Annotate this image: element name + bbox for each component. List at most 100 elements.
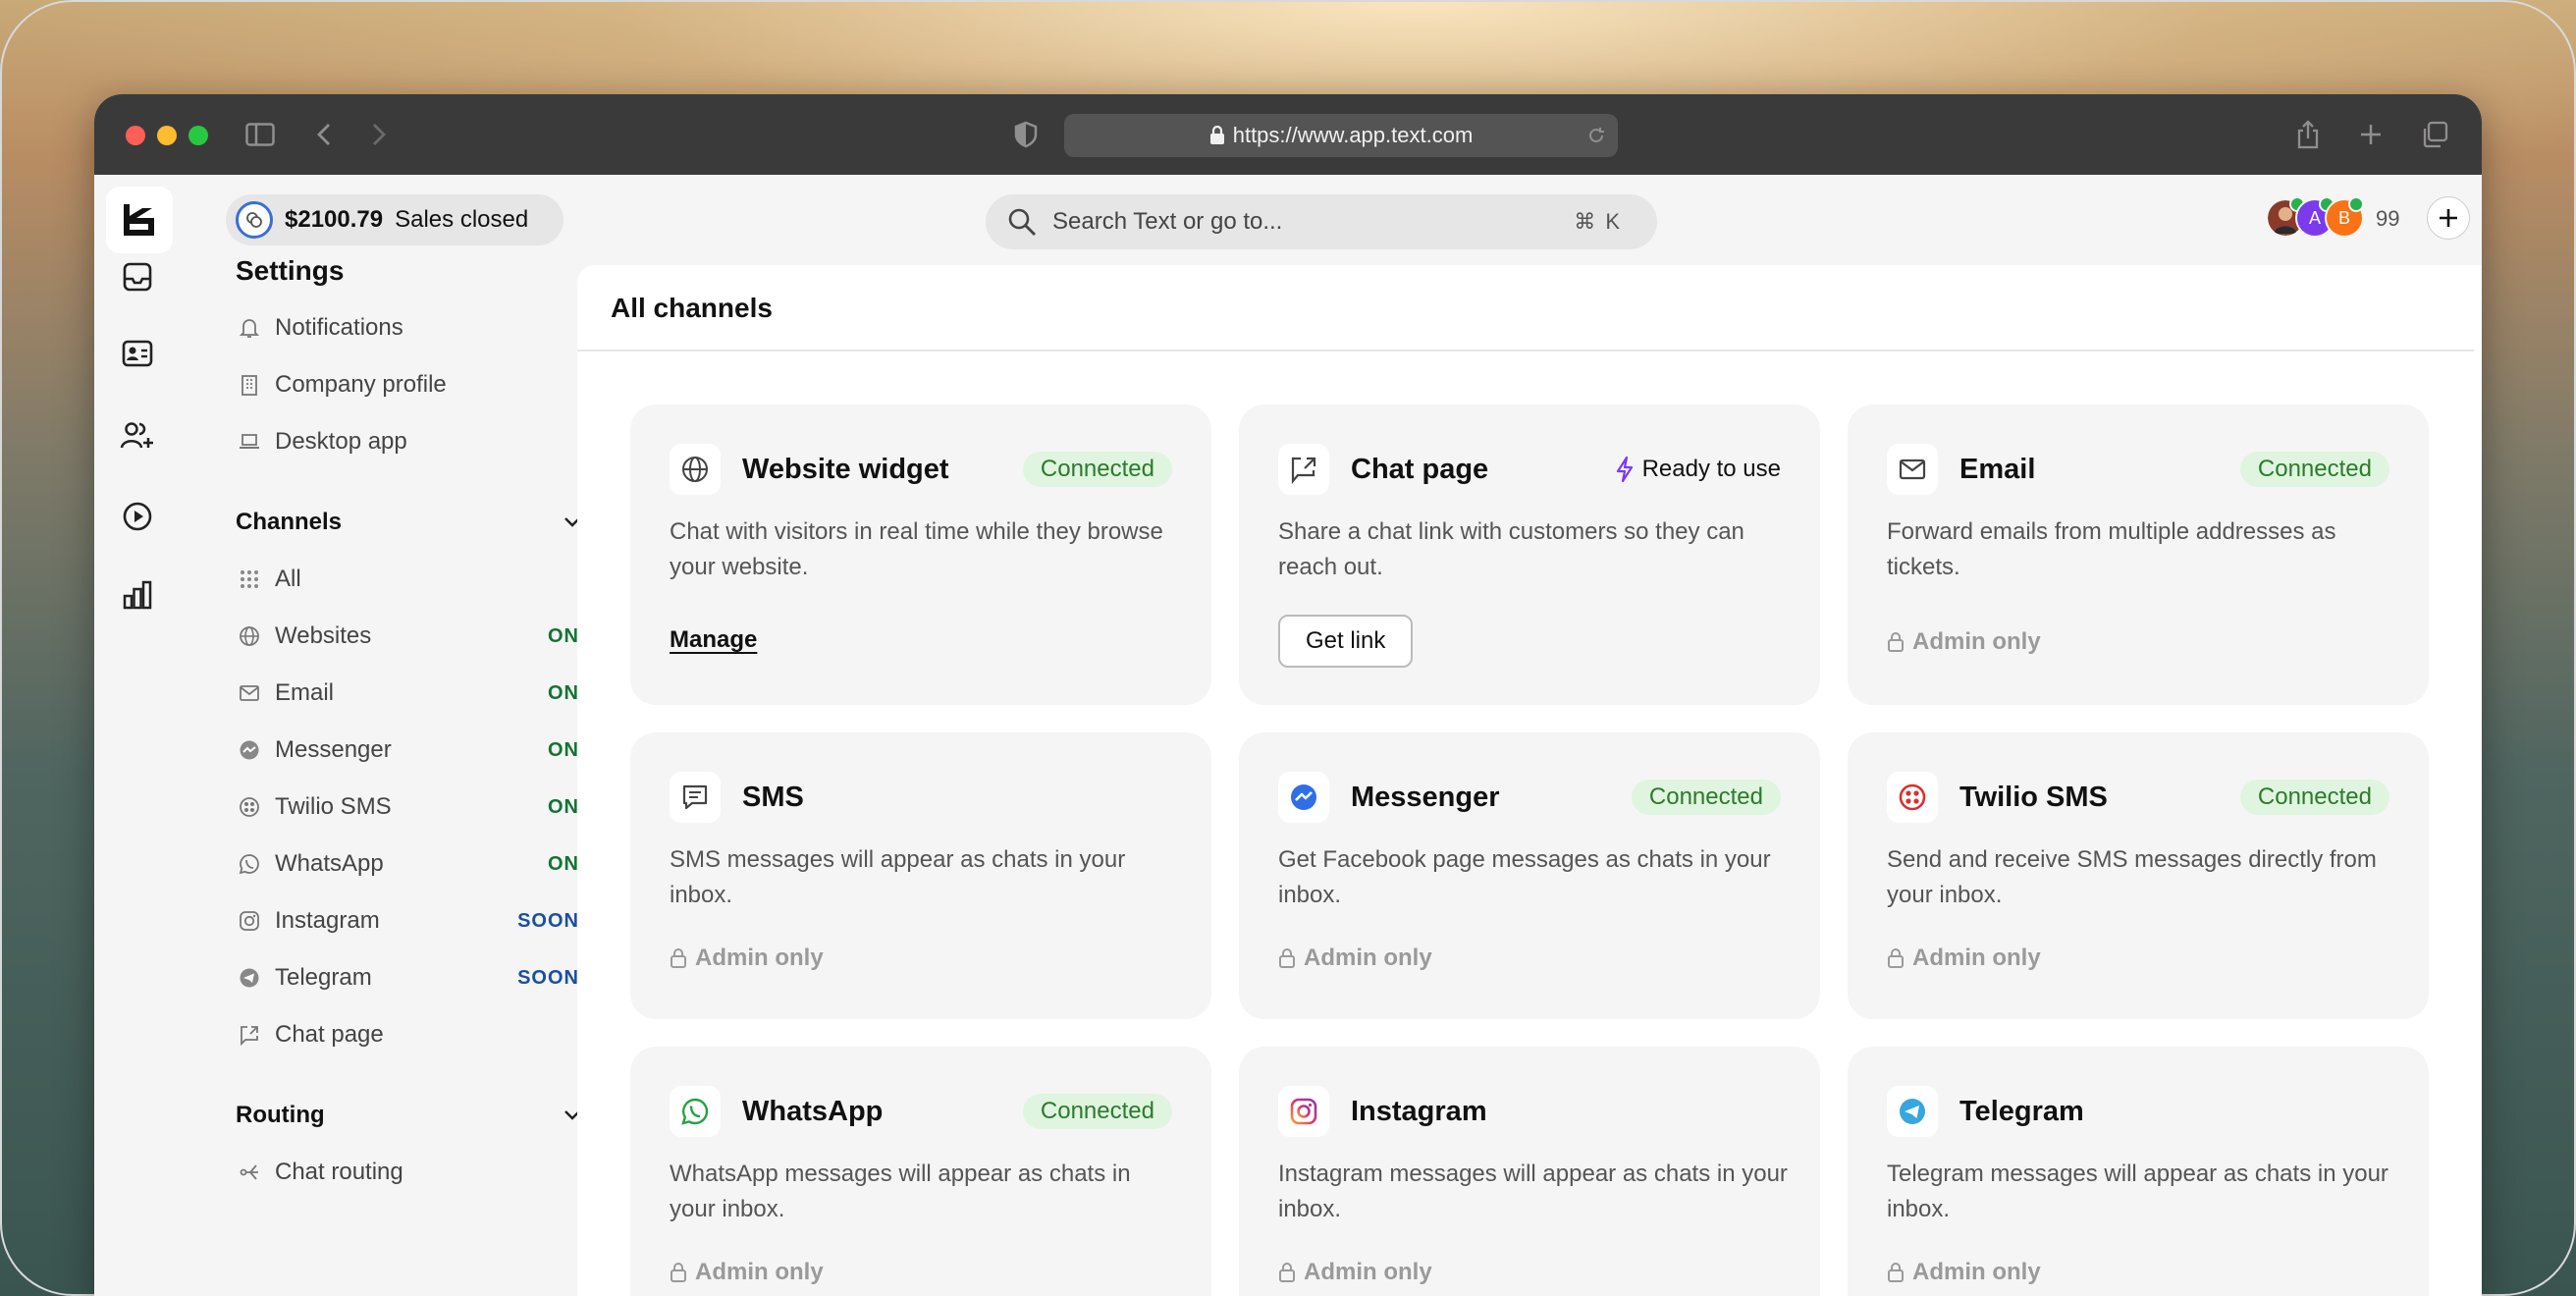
minimize-window-button[interactable] xyxy=(157,126,177,145)
channels-section-toggle[interactable]: Channels xyxy=(236,503,601,542)
lock-icon xyxy=(1888,1263,1904,1282)
coins-icon xyxy=(236,201,273,239)
channel-description: Instagram messages will appear as chats … xyxy=(1278,1161,1788,1222)
browser-window: https://www.app.text.com $2100.79 Sales … xyxy=(94,94,2482,1296)
instagram-icon xyxy=(236,907,263,935)
avatar-initial: A xyxy=(2308,207,2321,228)
channel-name: SMS xyxy=(742,782,804,813)
routing-heading: Routing xyxy=(236,1102,325,1128)
mail-icon xyxy=(236,679,263,707)
channel-name: Twilio SMS xyxy=(1959,782,2108,813)
ready-status: Ready to use xyxy=(1615,452,1781,487)
status-badge: ON xyxy=(548,852,579,875)
lock-icon xyxy=(671,1263,686,1282)
channel-name: Messenger xyxy=(1351,782,1500,813)
instagram-icon xyxy=(1278,1086,1329,1137)
channel-description: Telegram messages will appear as chats i… xyxy=(1887,1161,2388,1222)
maximize-window-button[interactable] xyxy=(188,126,208,145)
sales-amount: $2100.79 xyxy=(285,206,384,233)
sidebar-item-desktop-app[interactable]: Desktop app xyxy=(236,422,601,461)
admin-only-label: Admin only xyxy=(1278,945,1432,972)
lock-icon xyxy=(1209,126,1225,145)
routing-section-toggle[interactable]: Routing xyxy=(236,1096,601,1135)
admin-only-text: Admin only xyxy=(1912,628,2041,655)
settings-title: Settings xyxy=(236,255,345,286)
sidebar-item-label: Company profile xyxy=(275,371,447,398)
search-input[interactable] xyxy=(1050,207,1575,237)
sidebar-item-chat-routing[interactable]: Chat routing xyxy=(236,1153,601,1192)
sidebar-item-label: Chat routing xyxy=(275,1159,403,1185)
reports-bar-chart-icon[interactable] xyxy=(118,575,157,615)
admin-only-text: Admin only xyxy=(1912,945,2041,971)
sidebar-item-company-profile[interactable]: Company profile xyxy=(236,365,601,405)
grid-dots-icon xyxy=(236,566,263,593)
status-badge: Connected xyxy=(1022,452,1172,487)
sidebar-item-label: Desktop app xyxy=(275,428,407,455)
channel-card-messenger: Messenger Connected Get Facebook page me… xyxy=(1239,732,1820,1019)
sms-chat-icon xyxy=(670,772,721,823)
team-avatars[interactable]: A B 99 xyxy=(2266,192,2470,245)
address-bar[interactable]: https://www.app.text.com xyxy=(1064,114,1618,157)
admin-only-label: Admin only xyxy=(1887,945,2041,972)
sidebar-item-all[interactable]: All xyxy=(236,560,601,599)
status-badge: ON xyxy=(548,681,579,704)
manage-link[interactable]: Manage xyxy=(670,626,757,654)
channel-description: Chat with visitors in real time while th… xyxy=(670,518,1163,580)
new-tab-icon[interactable] xyxy=(2356,118,2386,151)
global-search[interactable]: ⌘ K xyxy=(986,194,1657,249)
channel-description: Share a chat link with customers so they… xyxy=(1278,518,1744,580)
channel-card-website-widget: Website widget Connected Chat with visit… xyxy=(630,405,1211,705)
forward-icon[interactable] xyxy=(367,118,391,151)
routing-icon xyxy=(236,1159,263,1186)
sales-closed-pill[interactable]: $2100.79 Sales closed xyxy=(226,194,564,245)
status-badge: Connected xyxy=(1631,780,1781,815)
sidebar-item-whatsapp[interactable]: WhatsApp ON xyxy=(236,844,601,884)
privacy-shield-icon[interactable] xyxy=(1011,118,1041,151)
messenger-icon xyxy=(1278,772,1329,823)
tab-overview-icon[interactable] xyxy=(2419,118,2450,151)
channel-name: Instagram xyxy=(1351,1096,1487,1127)
reload-icon[interactable] xyxy=(1586,126,1606,145)
sidebar-item-twilio-sms[interactable]: Twilio SMS ON xyxy=(236,787,601,827)
sidebar-item-websites[interactable]: Websites ON xyxy=(236,617,601,656)
sidebar-item-messenger[interactable]: Messenger ON xyxy=(236,730,601,770)
sidebar-item-label: WhatsApp xyxy=(275,850,384,877)
status-badge: SOON xyxy=(517,909,579,932)
add-team-members-icon[interactable] xyxy=(118,416,157,456)
app-logo[interactable] xyxy=(106,187,173,253)
channel-name: Website widget xyxy=(742,454,949,485)
search-shortcut: ⌘ K xyxy=(1574,209,1622,234)
ready-label: Ready to use xyxy=(1641,456,1781,482)
status-badge: ON xyxy=(548,738,579,761)
online-status-dot xyxy=(2348,196,2364,212)
sidebar-item-label: Websites xyxy=(275,622,372,649)
avatar-count: 99 xyxy=(2376,206,2400,231)
lock-icon xyxy=(1279,1263,1295,1282)
add-button[interactable] xyxy=(2427,196,2470,240)
sidebar-item-telegram[interactable]: Telegram SOON xyxy=(236,958,601,998)
sidebar-item-chat-page[interactable]: Chat page xyxy=(236,1015,601,1054)
get-link-button[interactable]: Get link xyxy=(1278,615,1414,668)
inbox-icon[interactable] xyxy=(118,257,157,297)
play-circle-icon[interactable] xyxy=(118,497,157,536)
share-icon[interactable] xyxy=(2293,118,2323,151)
telegram-icon xyxy=(1887,1086,1938,1137)
channel-description: Forward emails from multiple addresses a… xyxy=(1887,518,2336,580)
sidebar-item-instagram[interactable]: Instagram SOON xyxy=(236,901,601,941)
sidebar-toggle-icon[interactable] xyxy=(243,118,277,151)
bell-icon xyxy=(236,314,263,342)
sidebar-item-notifications[interactable]: Notifications xyxy=(236,308,601,348)
close-window-button[interactable] xyxy=(126,126,145,145)
admin-only-text: Admin only xyxy=(695,945,824,971)
channels-heading: Channels xyxy=(236,509,343,535)
channel-card-sms: SMS SMS messages will appear as chats in… xyxy=(630,732,1211,1019)
avatar-initial: B xyxy=(2337,207,2350,228)
back-icon[interactable] xyxy=(312,118,336,151)
sidebar-item-label: Telegram xyxy=(275,964,372,991)
contacts-card-icon[interactable] xyxy=(118,334,157,373)
sidebar-item-email[interactable]: Email ON xyxy=(236,674,601,713)
laptop-icon xyxy=(236,428,263,456)
logo-icon xyxy=(124,204,154,236)
avatar[interactable]: B xyxy=(2325,196,2364,238)
browser-toolbar: https://www.app.text.com xyxy=(94,94,2482,175)
